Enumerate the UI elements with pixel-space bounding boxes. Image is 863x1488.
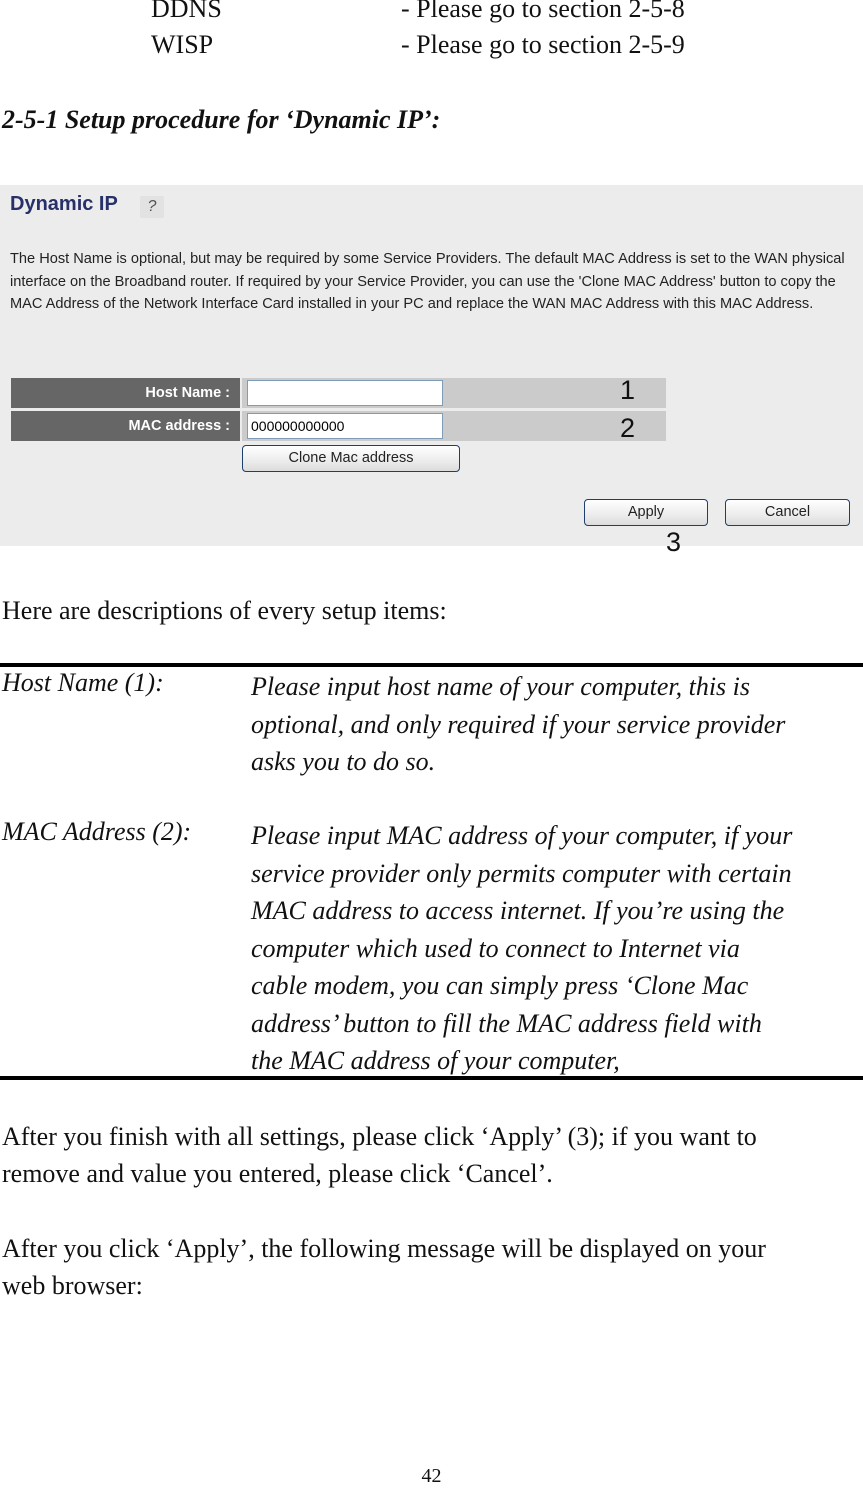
host-name-input[interactable] (247, 380, 443, 406)
apply-instructions: After you finish with all settings, plea… (2, 1118, 862, 1192)
host-name-row: Host Name : (11, 378, 666, 408)
desc-line: Please input MAC address of your compute… (251, 821, 793, 850)
desc-line: optional, and only required if your serv… (251, 709, 786, 739)
section-name: WISP (151, 30, 214, 59)
callout-3: 3 (666, 527, 682, 557)
mac-address-input[interactable] (247, 413, 443, 439)
host-name-cell (242, 378, 666, 408)
para-line: After you finish with all settings, plea… (2, 1122, 757, 1151)
mac-address-row: MAC address : (11, 411, 666, 441)
panel-description: The Host Name is optional, but may be re… (10, 251, 845, 312)
desc-line: address’ button to fill the MAC address … (251, 1008, 762, 1038)
help-icon[interactable]: ? (140, 196, 164, 218)
table-top-rule (0, 663, 863, 667)
cancel-button[interactable]: Cancel (725, 499, 850, 526)
panel-title: Dynamic IP (10, 193, 118, 215)
mac-address-label: MAC address : (11, 411, 240, 441)
section-list-item: WISP - Please go to section 2-5-9 (0, 30, 863, 66)
after-apply-text: After you click ‘Apply’, the following m… (2, 1230, 862, 1304)
desc-line: Please input host name of your computer,… (251, 672, 751, 701)
page-number: 42 (421, 1465, 442, 1487)
desc-line: asks you to do so. (251, 747, 436, 776)
section-name: DDNS (151, 0, 222, 23)
desc-line: computer which used to connect to Intern… (251, 933, 740, 963)
section-ref: - Please go to section 2-5-8 (401, 0, 685, 23)
section-list-item: DDNS - Please go to section 2-5-8 (0, 0, 863, 30)
clone-mac-button[interactable]: Clone Mac address (242, 445, 460, 472)
host-name-label: Host Name : (11, 378, 240, 408)
desc-line: the MAC address of your computer, (251, 1046, 620, 1075)
dynamic-ip-screenshot: Dynamic IP ? The Host Name is optional, … (0, 185, 863, 546)
intro-text: Here are descriptions of every setup ite… (2, 596, 447, 625)
apply-button[interactable]: Apply (584, 499, 708, 526)
para-line: remove and value you entered, please cli… (2, 1159, 553, 1188)
mac-address-cell (242, 411, 666, 441)
desc-term-mac-address: MAC Address (2): (2, 817, 192, 846)
para-line: After you click ‘Apply’, the following m… (2, 1234, 766, 1263)
desc-line: MAC address to access internet. If you’r… (251, 896, 785, 925)
desc-line: cable modem, you can simply press ‘Clone… (251, 971, 749, 1000)
desc-term-host-name: Host Name (1): (2, 668, 164, 697)
desc-def-mac-address: Please input MAC address of your compute… (251, 817, 863, 1080)
section-ref: - Please go to section 2-5-9 (401, 30, 685, 59)
callout-1: 1 (620, 375, 636, 405)
desc-line: service provider only permits computer w… (251, 858, 792, 888)
section-heading: 2-5-1 Setup procedure for ‘Dynamic IP’: (2, 105, 441, 134)
desc-def-host-name: Please input host name of your computer,… (251, 668, 863, 781)
para-line: web browser: (2, 1271, 143, 1300)
table-bottom-rule (0, 1076, 863, 1080)
callout-2: 2 (620, 413, 636, 443)
